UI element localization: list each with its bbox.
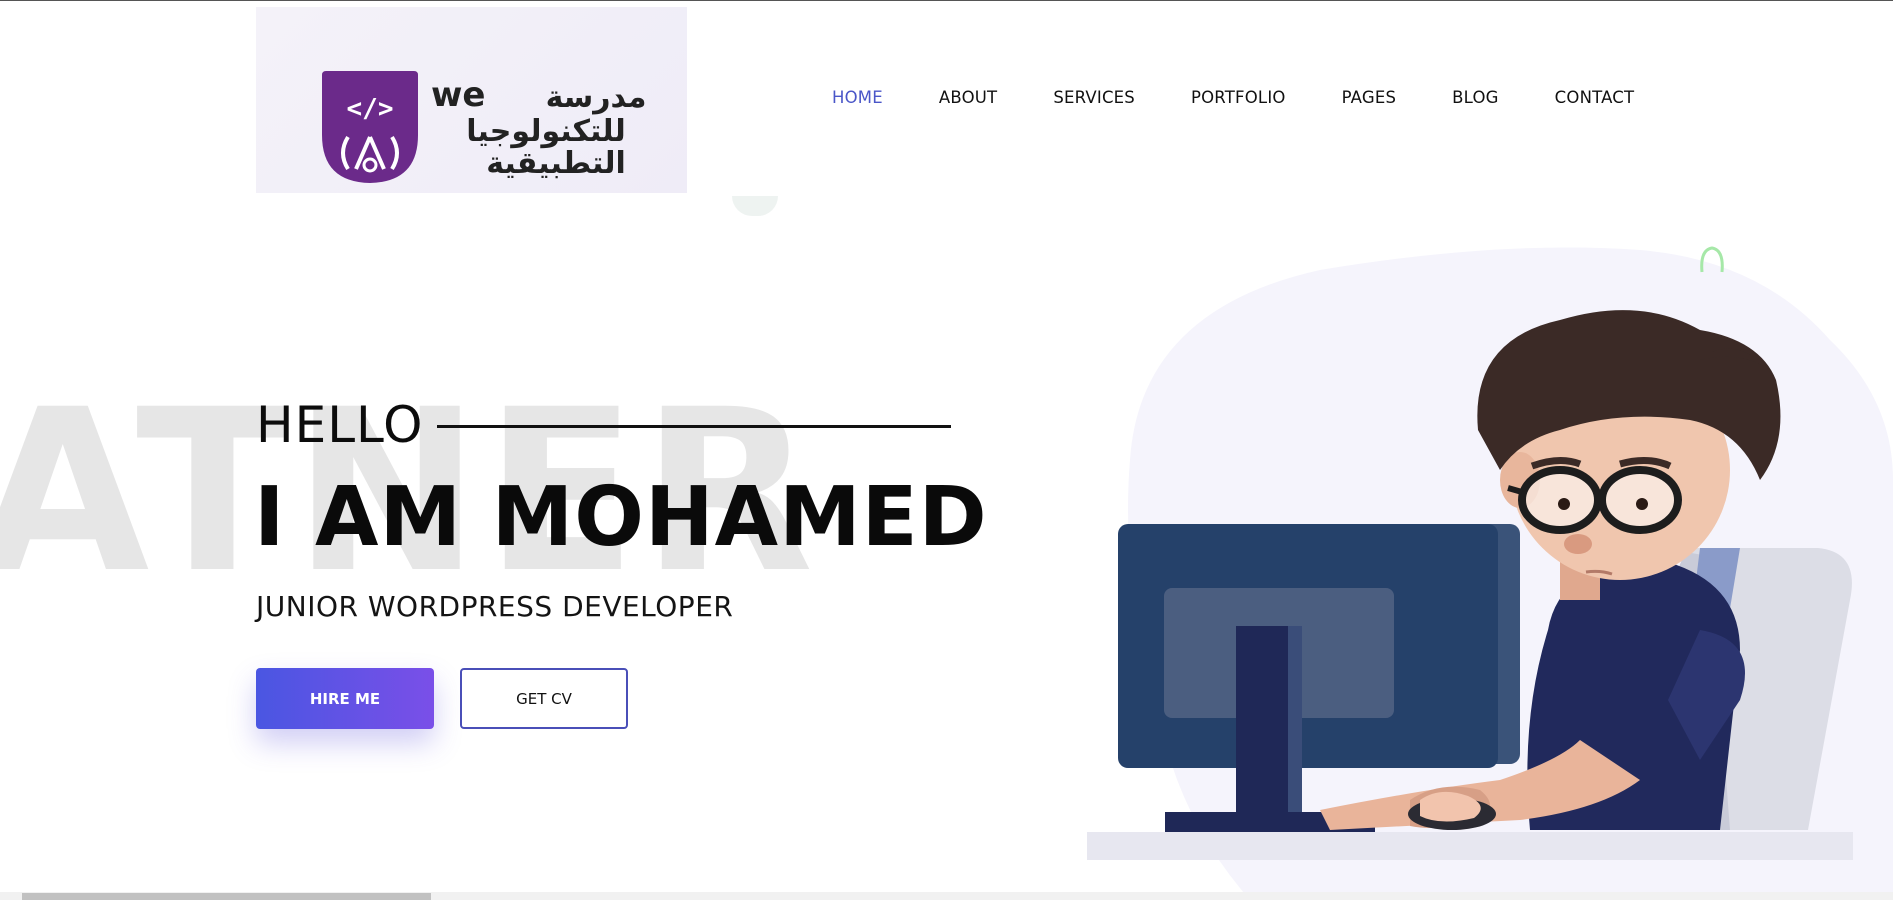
nav-pages[interactable]: PAGES bbox=[1342, 88, 1397, 107]
decorative-dot bbox=[732, 196, 778, 216]
logo-arabic-line1: مدرسة bbox=[546, 80, 647, 115]
main-nav: HOME ABOUT SERVICES PORTFOLIO PAGES BLOG… bbox=[832, 88, 1690, 107]
nav-home[interactable]: HOME bbox=[832, 88, 883, 107]
hero-headline: I AM MOHAMED bbox=[254, 470, 988, 565]
logo-arabic-line2: للتكنولوجيا bbox=[466, 114, 625, 149]
logo-shield-icon: </> bbox=[322, 71, 418, 183]
hero-subtitle: JUNIOR WORDPRESS DEVELOPER bbox=[256, 590, 734, 623]
scrollbar-thumb[interactable] bbox=[22, 893, 431, 900]
hero-hello: HELLO bbox=[256, 396, 424, 454]
nav-about[interactable]: ABOUT bbox=[939, 88, 997, 107]
nav-services[interactable]: SERVICES bbox=[1053, 88, 1135, 107]
hello-divider-line bbox=[437, 425, 951, 428]
svg-text:</>: </> bbox=[347, 94, 394, 124]
site-logo[interactable]: </> we مدرسة للتكنولوجيا التطبيقية bbox=[256, 7, 687, 193]
hire-me-button[interactable]: HIRE ME bbox=[256, 668, 434, 729]
nav-blog[interactable]: BLOG bbox=[1452, 88, 1499, 107]
logo-arabic-line3: التطبيقية bbox=[486, 146, 626, 181]
page: </> we مدرسة للتكنولوجيا التطبيقية HOME … bbox=[0, 0, 1893, 900]
nav-contact[interactable]: CONTACT bbox=[1555, 88, 1635, 107]
top-rule bbox=[0, 0, 1893, 1]
nav-portfolio[interactable]: PORTFOLIO bbox=[1191, 88, 1286, 107]
developer-at-computer-illustration bbox=[1087, 246, 1893, 900]
logo-brand-text: we bbox=[431, 75, 485, 115]
get-cv-button[interactable]: GET CV bbox=[460, 668, 628, 729]
